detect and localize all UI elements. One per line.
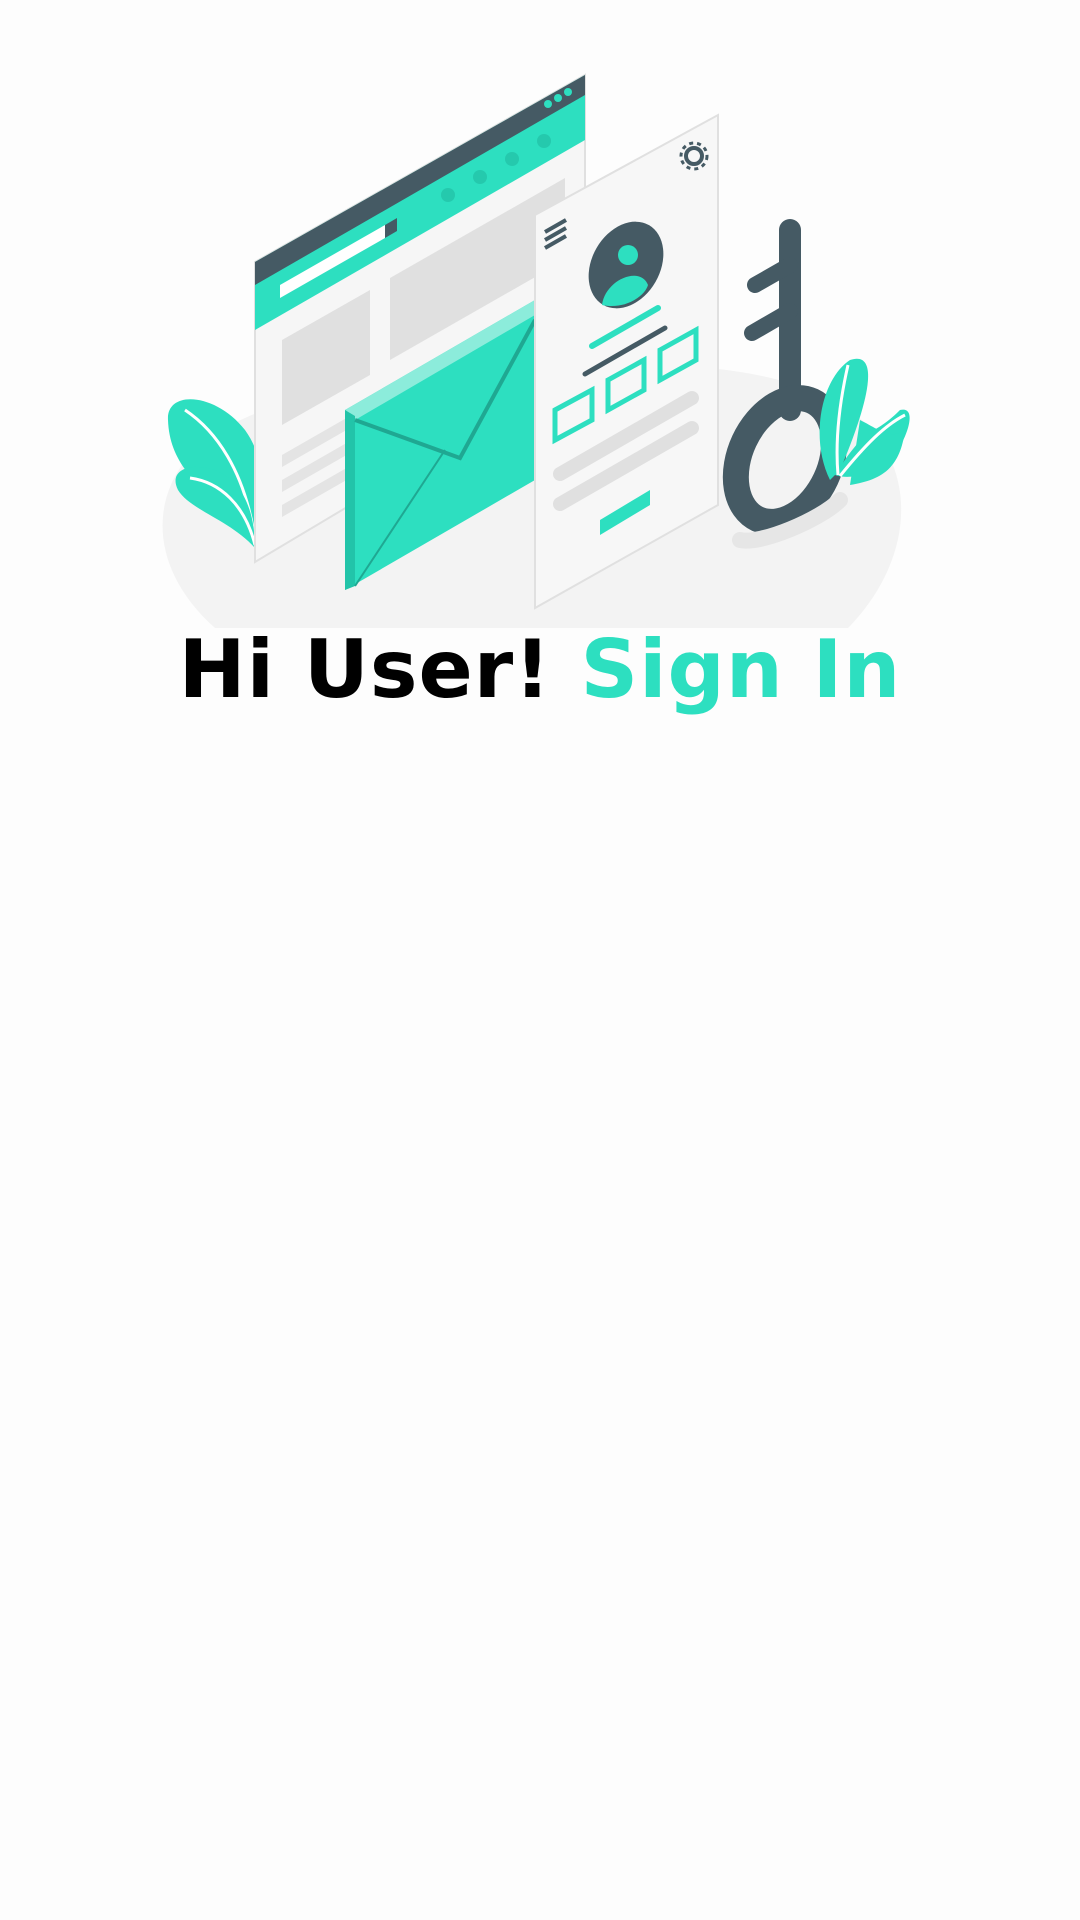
login-illustration	[0, 0, 1080, 640]
sign-in-title[interactable]: Sign In	[581, 623, 902, 716]
illustration-svg	[162, 73, 910, 628]
sign-in-screen: Hi User! Sign In	[0, 0, 1080, 1920]
plant-leaves-right-icon	[819, 358, 910, 485]
greeting-text: Hi User!	[178, 623, 552, 716]
page-title: Hi User! Sign In	[0, 622, 1080, 718]
